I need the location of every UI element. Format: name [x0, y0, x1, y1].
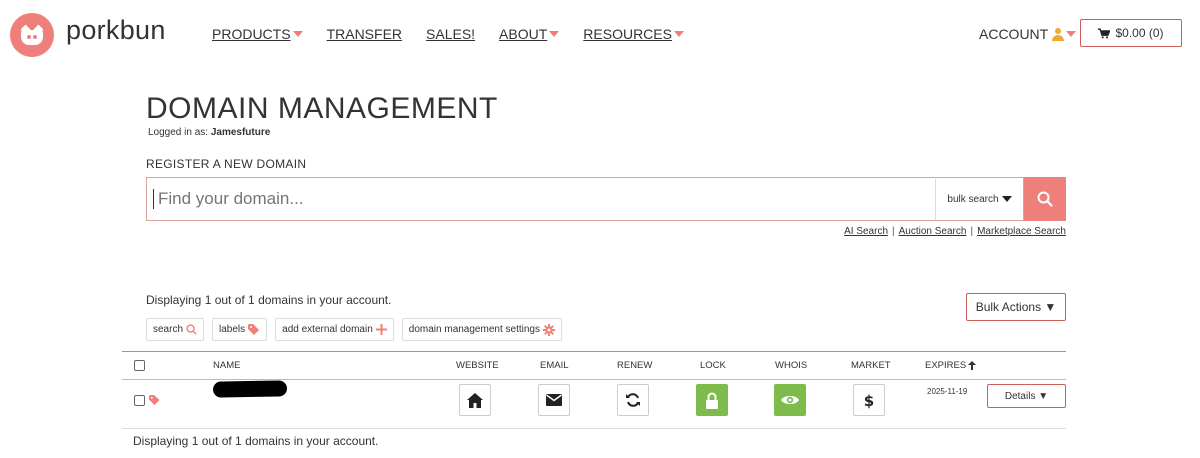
search-links: AI Search | Auction Search | Marketplace Sea… [844, 226, 1066, 237]
account-label: ACCOUNT [979, 26, 1049, 42]
nav-sales[interactable]: SALES! [426, 26, 475, 42]
auction-search-link[interactable]: Auction Search [899, 226, 967, 237]
cart-icon [1098, 28, 1111, 38]
search-filter-button[interactable]: search [146, 318, 205, 341]
domain-management-settings-button[interactable]: domain management settings [401, 318, 562, 341]
domain-search-box [146, 177, 935, 221]
marketplace-search-link[interactable]: Marketplace Search [977, 226, 1066, 237]
bulk-search-dropdown[interactable]: bulk search [935, 177, 1024, 221]
col-whois: WHOIS [775, 360, 808, 371]
chevron-down-icon [1066, 31, 1077, 37]
username: Jamesfuture [210, 127, 271, 138]
gear-icon [542, 323, 555, 336]
logged-in-prefix: Logged in as: [148, 127, 209, 138]
chevron-down-icon [292, 31, 303, 37]
logged-in-text: Logged in as: Jamesfuture [148, 127, 270, 138]
brand-name[interactable]: porkbun [66, 15, 166, 46]
select-all-checkbox[interactable] [134, 360, 145, 371]
page-title: DOMAIN MANAGEMENT [146, 92, 498, 125]
filter-row: search labels add external domain domain… [146, 318, 562, 341]
svg-text:$: $ [864, 392, 874, 409]
site-header: porkbun PRODUCTS TRANSFER SALES! ABOUT R… [0, 0, 1200, 68]
renew-button[interactable] [617, 384, 649, 416]
ai-search-link[interactable]: AI Search [844, 226, 888, 237]
website-button[interactable] [459, 384, 491, 416]
whois-button[interactable] [774, 384, 806, 416]
chip-label: domain management settings [408, 324, 540, 335]
bulk-actions-button[interactable]: Bulk Actions ▼ [966, 293, 1066, 321]
porkbun-logo-icon[interactable] [10, 13, 54, 57]
cart-button[interactable]: $0.00 (0) [1080, 19, 1182, 47]
refresh-icon [626, 393, 640, 407]
separator: | [970, 226, 974, 237]
plus-icon [375, 324, 387, 335]
col-expires-label: EXPIRES [925, 360, 967, 371]
chevron-down-icon [673, 31, 684, 37]
col-name[interactable]: NAME [213, 360, 240, 371]
display-count-top: Displaying 1 out of 1 domains in your ac… [146, 293, 392, 307]
col-renew: RENEW [617, 360, 653, 371]
separator: | [892, 226, 895, 237]
account-menu[interactable]: ACCOUNT [979, 26, 1077, 42]
chip-label: add external domain [282, 324, 373, 335]
redacted-domain-name[interactable] [212, 380, 288, 398]
lock-button[interactable] [696, 384, 728, 416]
labels-filter-button[interactable]: labels [212, 318, 268, 341]
col-market: MARKET [851, 360, 891, 371]
cart-total: $0.00 (0) [1115, 26, 1164, 40]
chip-label: search [153, 324, 184, 335]
register-label: REGISTER A NEW DOMAIN [146, 157, 307, 171]
expires-date: 2025-11-19 [927, 387, 968, 396]
tag-icon [248, 324, 260, 335]
dollar-icon: $ [864, 392, 874, 409]
search-button[interactable] [1024, 177, 1066, 221]
chevron-down-icon [1001, 196, 1012, 202]
nav-about[interactable]: ABOUT [499, 26, 560, 42]
search-icon [186, 324, 197, 335]
table-bottom-divider [122, 428, 1066, 429]
search-icon [1037, 191, 1053, 207]
sort-up-icon [968, 361, 977, 370]
lock-icon [706, 392, 718, 409]
email-button[interactable] [538, 384, 570, 416]
row-checkbox[interactable] [134, 395, 145, 406]
details-button[interactable]: Details ▼ [987, 384, 1066, 408]
chevron-down-icon [549, 31, 560, 37]
col-email: EMAIL [540, 360, 569, 371]
tag-icon[interactable] [149, 395, 161, 405]
add-external-domain-button[interactable]: add external domain [275, 318, 394, 341]
nav-transfer[interactable]: TRANSFER [327, 26, 402, 42]
main-nav: PRODUCTS TRANSFER SALES! ABOUT RESOURCES [212, 26, 708, 42]
envelope-icon [546, 394, 562, 406]
home-icon [467, 392, 483, 408]
chip-label: labels [219, 324, 246, 335]
nav-resources[interactable]: RESOURCES [583, 26, 684, 42]
col-lock: LOCK [700, 360, 726, 371]
table-top-divider [122, 351, 1066, 352]
col-website: WEBSITE [456, 360, 499, 371]
eye-icon [781, 395, 799, 405]
display-count-bottom: Displaying 1 out of 1 domains in your ac… [133, 434, 379, 448]
nav-products[interactable]: PRODUCTS [212, 26, 303, 42]
market-button[interactable]: $ [853, 384, 885, 416]
user-icon [1052, 27, 1065, 41]
domain-search-input[interactable] [153, 189, 923, 209]
bulk-search-label: bulk search [947, 193, 999, 205]
col-expires[interactable]: EXPIRES [925, 360, 977, 371]
